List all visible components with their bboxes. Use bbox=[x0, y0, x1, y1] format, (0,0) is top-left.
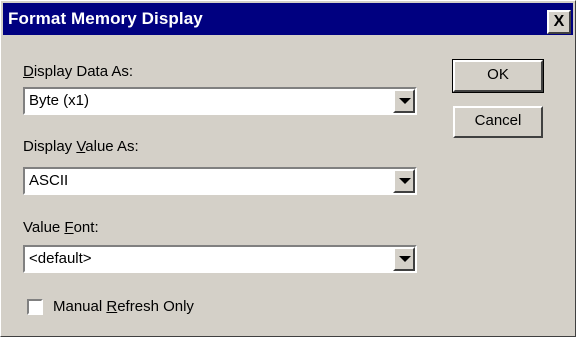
close-button[interactable]: X bbox=[547, 10, 571, 34]
display-data-as-select[interactable]: Byte (x1) bbox=[23, 87, 417, 115]
selected-value: ASCII bbox=[29, 172, 69, 189]
chevron-down-icon bbox=[399, 256, 411, 262]
label-text: efresh Only bbox=[117, 298, 194, 315]
label-text: alue As: bbox=[85, 138, 139, 155]
close-icon: X bbox=[553, 13, 565, 30]
selected-value: <default> bbox=[29, 250, 92, 267]
accelerator-key: F bbox=[64, 219, 74, 236]
value-font-select[interactable]: <default> bbox=[23, 245, 417, 273]
display-value-as-select[interactable]: ASCII bbox=[23, 167, 417, 195]
label-text: Display bbox=[23, 138, 77, 155]
accelerator-key: R bbox=[106, 298, 118, 315]
display-data-as-label: Display Data As: bbox=[23, 63, 133, 80]
label-text: Manual bbox=[53, 298, 107, 315]
label-text: Value bbox=[23, 219, 65, 236]
selected-value: Byte (x1) bbox=[29, 92, 90, 109]
dropdown-button[interactable] bbox=[393, 169, 415, 193]
ok-button[interactable]: OK bbox=[452, 59, 544, 93]
dropdown-button[interactable] bbox=[393, 247, 415, 271]
chevron-down-icon bbox=[399, 178, 411, 184]
value-font-label: Value Font: bbox=[23, 219, 99, 236]
label-text: isplay Data As: bbox=[33, 63, 134, 80]
manual-refresh-label[interactable]: Manual Refresh Only bbox=[53, 298, 194, 315]
accelerator-key: D bbox=[23, 63, 34, 80]
format-memory-display-dialog: Format Memory Display X Display Data As:… bbox=[0, 0, 576, 337]
accelerator-key: V bbox=[76, 138, 86, 155]
cancel-button[interactable]: Cancel bbox=[453, 106, 543, 138]
display-value-as-label: Display Value As: bbox=[23, 138, 139, 155]
dropdown-button[interactable] bbox=[393, 89, 415, 113]
title-bar[interactable]: Format Memory Display bbox=[3, 3, 573, 35]
label-text: ont: bbox=[73, 219, 99, 236]
manual-refresh-checkbox[interactable] bbox=[27, 299, 43, 315]
chevron-down-icon bbox=[399, 98, 411, 104]
window-title: Format Memory Display bbox=[8, 9, 203, 28]
